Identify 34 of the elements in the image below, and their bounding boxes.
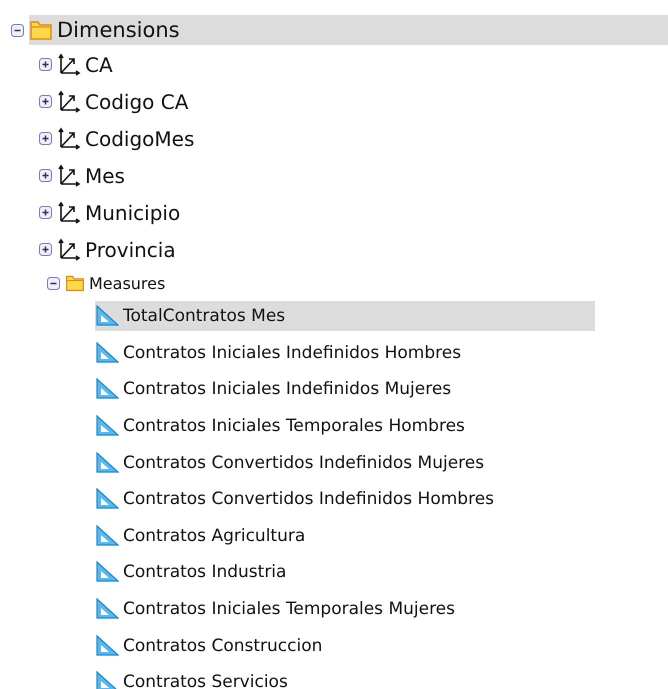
expand-icon[interactable] [38,205,53,220]
tree-item[interactable]: Contratos Iniciales Temporales Mujeres [95,594,595,624]
axes-icon [57,238,81,262]
tree-item[interactable]: TotalContratos Mes [95,301,595,332]
tree-item[interactable]: CA [57,50,557,80]
expand-icon[interactable] [38,242,53,257]
expand-icon[interactable] [38,57,53,72]
tree-item[interactable]: Provincia [57,234,557,264]
tree-item[interactable]: Municipio [57,198,557,228]
tree-item[interactable]: Contratos Iniciales Indefinidos Hombres [95,338,595,368]
tree-item[interactable]: Contratos Agricultura [95,520,595,551]
axes-icon [57,90,81,114]
tree-item[interactable]: Contratos Convertidos Indefinidos Hombres [95,484,595,514]
collapse-icon[interactable] [10,22,25,38]
tree-item[interactable]: Contratos Servicios [95,667,595,689]
expand-icon[interactable] [38,168,53,183]
tree-item[interactable]: Contratos Iniciales Indefinidos Mujeres [95,374,595,404]
tree-item[interactable]: Measures [65,268,565,298]
axes-icon [57,52,81,76]
axes-icon [57,164,81,188]
tree-item[interactable]: Contratos Convertidos Indefinidos Mujeres [95,448,595,478]
axes-icon [57,200,81,224]
tree-item[interactable]: CodigoMes [57,124,557,154]
axes-icon [57,126,81,150]
collapse-icon[interactable] [46,276,61,290]
expand-icon[interactable] [38,94,53,109]
tree-item[interactable]: Contratos Iniciales Temporales Hombres [95,411,595,442]
tree-item[interactable]: Mes [57,160,557,190]
tree-item[interactable]: Contratos Construccion [95,630,595,661]
tree-item[interactable]: Dimensions [29,15,668,45]
folder-icon [65,273,85,293]
tree-item[interactable]: Codigo CA [57,86,557,116]
tree-item[interactable]: Contratos Industria [95,557,595,588]
expand-icon[interactable] [38,131,53,146]
